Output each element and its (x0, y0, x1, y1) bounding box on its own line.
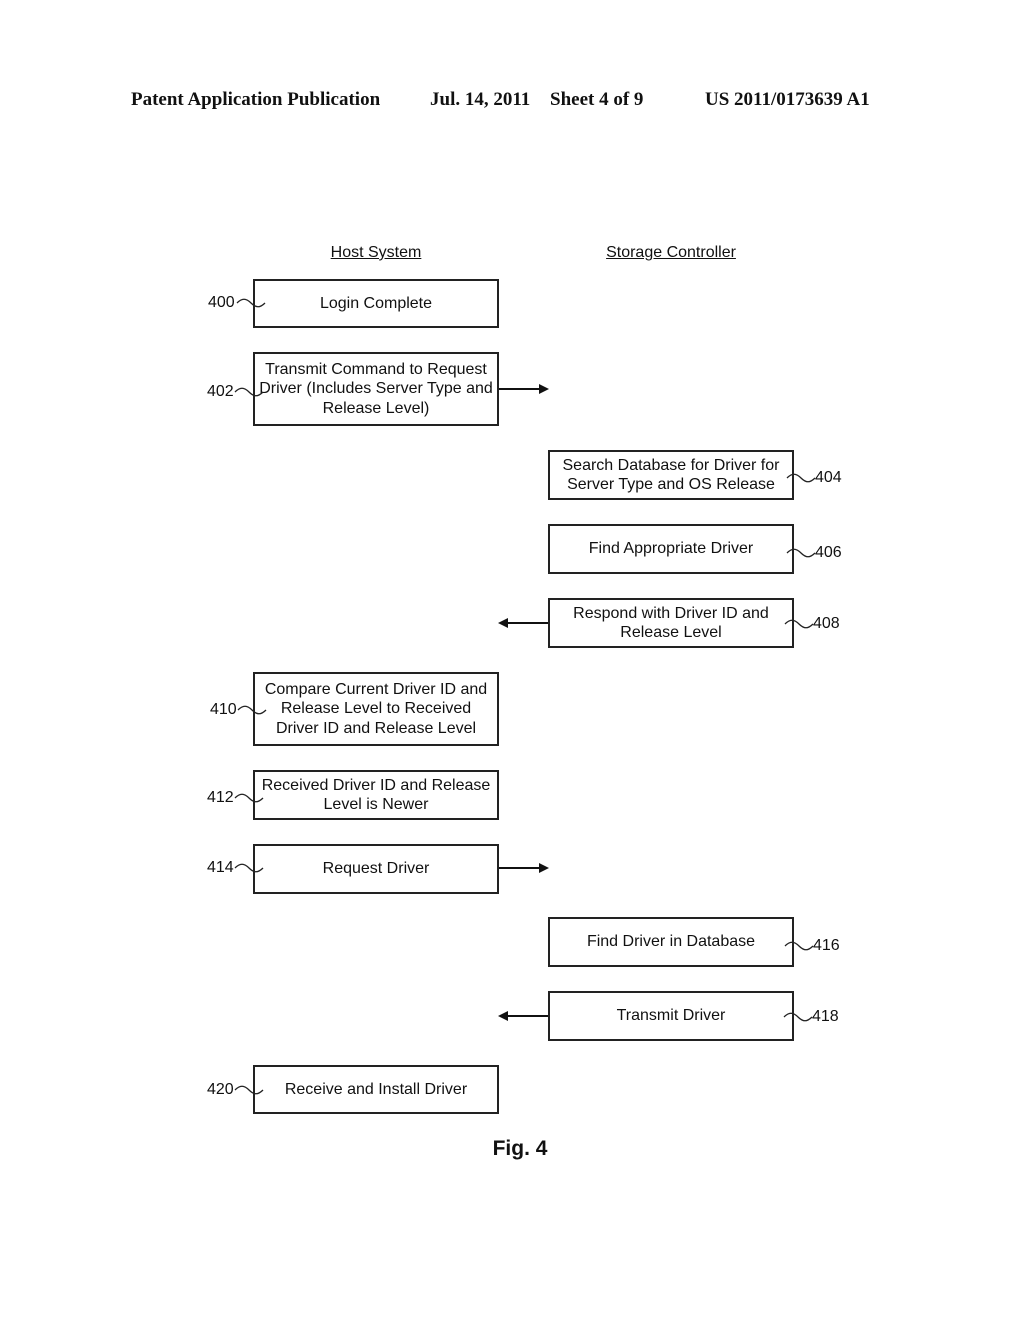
leader-line-412 (234, 793, 264, 803)
sheet-number: Sheet 4 of 9 (550, 89, 644, 110)
arrow-414-to-storage (499, 863, 549, 873)
publication-date: Jul. 14, 2011 (430, 89, 531, 110)
step-406-box: Find Appropriate Driver (548, 524, 794, 574)
ref-414-label: 414 (207, 859, 234, 876)
step-402-box: Transmit Command to Request Driver (Incl… (253, 352, 499, 426)
step-412-box: Received Driver ID and Release Level is … (253, 770, 499, 820)
leader-line-408 (784, 619, 814, 629)
figure-label: Fig. 4 (492, 1137, 548, 1160)
ref-408-label: 408 (813, 615, 840, 632)
ref-420-label: 420 (207, 1081, 234, 1098)
storage-controller-heading: Storage Controller (606, 244, 736, 261)
ref-412-label: 412 (207, 789, 234, 806)
step-404-box: Search Database for Driver for Server Ty… (548, 450, 794, 500)
leader-line-400 (236, 298, 266, 308)
leader-line-402 (234, 387, 264, 397)
step-418-box: Transmit Driver (548, 991, 794, 1041)
leader-line-414 (234, 863, 264, 873)
ref-416-label: 416 (813, 937, 840, 954)
step-414-box: Request Driver (253, 844, 499, 894)
step-408-box: Respond with Driver ID and Release Level (548, 598, 794, 648)
arrow-418-to-host (498, 1011, 548, 1021)
ref-410-label: 410 (210, 701, 237, 718)
ref-402-label: 402 (207, 383, 234, 400)
leader-line-416 (784, 941, 814, 951)
publication-title: Patent Application Publication (131, 89, 381, 110)
step-410-box: Compare Current Driver ID and Release Le… (253, 672, 499, 746)
arrow-402-to-storage (499, 384, 549, 394)
leader-line-420 (234, 1085, 264, 1095)
step-400-box: Login Complete (253, 279, 499, 328)
ref-406-label: 406 (815, 544, 842, 561)
leader-line-404 (786, 473, 816, 483)
host-system-heading: Host System (330, 244, 422, 261)
step-420-box: Receive and Install Driver (253, 1065, 499, 1114)
leader-line-410 (237, 705, 267, 715)
patent-number: US 2011/0173639 A1 (705, 89, 870, 110)
ref-404-label: 404 (815, 469, 842, 486)
ref-418-label: 418 (812, 1008, 839, 1025)
ref-400-label: 400 (208, 294, 235, 311)
step-416-box: Find Driver in Database (548, 917, 794, 967)
arrow-408-to-host (498, 618, 548, 628)
leader-line-418 (783, 1012, 813, 1022)
leader-line-406 (786, 548, 816, 558)
